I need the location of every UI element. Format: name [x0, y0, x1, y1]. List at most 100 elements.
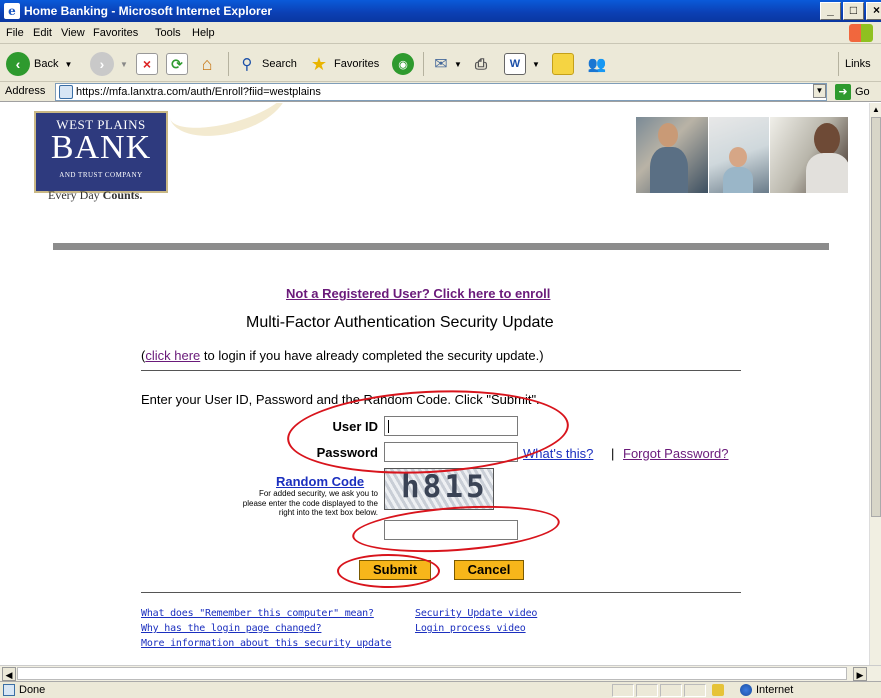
horizontal-scrollbar[interactable]: ◀ ▶: [0, 665, 881, 681]
menu-tools[interactable]: Tools: [155, 27, 181, 39]
section-divider-bottom: [141, 592, 741, 593]
address-url: https://mfa.lanxtra.com/auth/Enroll?fiid…: [76, 86, 321, 98]
address-label: Address: [5, 85, 46, 97]
login-note: (click here to login if you have already…: [141, 348, 544, 363]
discuss-button[interactable]: [552, 52, 574, 76]
back-label: Back: [34, 58, 59, 70]
scroll-up-icon[interactable]: ▲: [870, 103, 881, 117]
print-button[interactable]: ⎙: [470, 52, 492, 76]
link-separator: |: [611, 446, 615, 461]
discuss-icon: [552, 53, 574, 75]
forward-button[interactable]: › ▼: [90, 52, 128, 76]
click-here-link[interactable]: click here: [145, 348, 200, 363]
header-photo-woman: [770, 117, 848, 193]
bank-logo[interactable]: WEST PLAINS BANK AND TRUST COMPANY: [34, 111, 168, 193]
stop-button[interactable]: ×: [136, 52, 158, 76]
menu-edit[interactable]: Edit: [33, 27, 52, 39]
vertical-scrollbar[interactable]: ▲: [869, 103, 881, 665]
minimize-button[interactable]: _: [820, 2, 841, 20]
mail-dropdown-icon: ▼: [454, 59, 462, 69]
back-dropdown-icon: ▼: [64, 59, 73, 69]
forward-arrow-icon: ›: [90, 52, 114, 76]
forward-dropdown-icon: ▼: [120, 59, 128, 69]
page-icon: [59, 85, 73, 99]
menu-view[interactable]: View: [61, 27, 85, 39]
messenger-icon: 👥: [587, 56, 607, 73]
security-update-video-link[interactable]: Security Update video: [415, 608, 537, 619]
login-process-video-link[interactable]: Login process video: [415, 623, 526, 634]
home-icon: ⌂: [201, 53, 213, 74]
login-page-changed-link[interactable]: Why has the login page changed?: [141, 623, 322, 634]
captcha-image: h815: [384, 468, 494, 510]
page-status-icon: [3, 684, 15, 696]
search-icon: ⚲: [241, 56, 253, 73]
links-button[interactable]: Links: [845, 52, 871, 76]
window-title: Home Banking - Microsoft Internet Explor…: [24, 4, 273, 18]
decorative-swoosh: [162, 103, 294, 148]
vertical-scroll-thumb[interactable]: [871, 117, 881, 517]
menu-bar: File Edit View Favorites Tools Help: [0, 22, 881, 44]
back-button[interactable]: ‹ Back ▼: [6, 52, 72, 76]
bank-tagline: Every Day Counts.: [48, 188, 143, 202]
menu-favorites[interactable]: Favorites: [93, 27, 138, 39]
address-bar: Address https://mfa.lanxtra.com/auth/Enr…: [0, 82, 881, 102]
refresh-icon: ⟳: [166, 53, 188, 75]
ssl-lock-icon[interactable]: [712, 684, 724, 696]
address-input[interactable]: https://mfa.lanxtra.com/auth/Enroll?fiid…: [55, 83, 827, 101]
logo-bank: BANK: [50, 129, 152, 166]
address-dropdown-icon[interactable]: ▼: [813, 84, 826, 98]
remember-computer-link[interactable]: What does "Remember this computer" mean?: [141, 608, 374, 619]
stop-icon: ×: [136, 53, 158, 75]
captcha-text: h815: [401, 469, 488, 505]
go-label: Go: [855, 86, 870, 98]
ie-icon: e: [4, 3, 20, 19]
header-photo-man: [636, 117, 708, 193]
mail-icon: ✉: [434, 56, 448, 73]
cancel-button[interactable]: Cancel: [454, 560, 524, 580]
window-titlebar: e Home Banking - Microsoft Internet Expl…: [0, 0, 881, 22]
mail-button[interactable]: ✉ ▼: [430, 52, 462, 76]
status-bar: Done Internet: [0, 681, 881, 698]
random-code-link[interactable]: Random Code: [276, 474, 364, 489]
section-divider-top: [141, 370, 741, 371]
media-icon: ◉: [392, 53, 414, 75]
forgot-password-link[interactable]: Forgot Password?: [623, 446, 729, 461]
scroll-left-icon[interactable]: ◀: [2, 667, 16, 681]
edit-word-button[interactable]: W ▼: [504, 52, 540, 76]
menu-help[interactable]: Help: [192, 27, 215, 39]
standard-toolbar: ‹ Back ▼ › ▼ × ⟳ ⌂ ⚲ Search ★ Favorites …: [0, 44, 881, 82]
header-photo-child: [709, 117, 769, 193]
menu-file[interactable]: File: [6, 27, 24, 39]
page-viewport: WEST PLAINS BANK AND TRUST COMPANY Every…: [0, 103, 869, 665]
media-button[interactable]: ◉: [392, 52, 414, 76]
messenger-button[interactable]: 👥: [586, 52, 608, 76]
security-update-info-link[interactable]: More information about this security upd…: [141, 638, 391, 649]
favorites-star-icon: ★: [310, 53, 328, 74]
home-button[interactable]: ⌂: [196, 52, 218, 76]
search-label: Search: [262, 58, 297, 70]
favorites-button[interactable]: ★ Favorites: [308, 52, 379, 76]
back-arrow-icon: ‹: [6, 52, 30, 76]
header-divider: [53, 243, 829, 250]
enroll-link[interactable]: Not a Registered User? Click here to enr…: [286, 286, 550, 301]
close-button[interactable]: ×: [866, 2, 881, 20]
scroll-right-icon[interactable]: ▶: [853, 667, 867, 681]
logo-trust-company: AND TRUST COMPANY: [59, 171, 143, 179]
links-label: Links: [845, 58, 871, 70]
word-icon: W: [504, 53, 526, 75]
internet-zone-icon: [740, 684, 752, 696]
annotation-oval-random-code: [350, 499, 562, 559]
page-title: Multi-Factor Authentication Security Upd…: [246, 314, 554, 331]
maximize-button[interactable]: □: [843, 2, 864, 20]
go-button[interactable]: ➜ Go: [835, 84, 870, 100]
search-button[interactable]: ⚲ Search: [236, 52, 297, 76]
go-arrow-icon: ➜: [835, 84, 851, 100]
windows-logo-icon: [849, 24, 873, 42]
security-zone-label: Internet: [756, 684, 794, 696]
annotation-oval-submit: [337, 554, 440, 588]
favorites-label: Favorites: [334, 58, 380, 70]
horizontal-scroll-track[interactable]: [17, 667, 847, 680]
refresh-button[interactable]: ⟳: [166, 52, 188, 76]
edit-dropdown-icon: ▼: [532, 59, 540, 69]
random-code-help: For added security, we ask you to please…: [242, 489, 378, 517]
